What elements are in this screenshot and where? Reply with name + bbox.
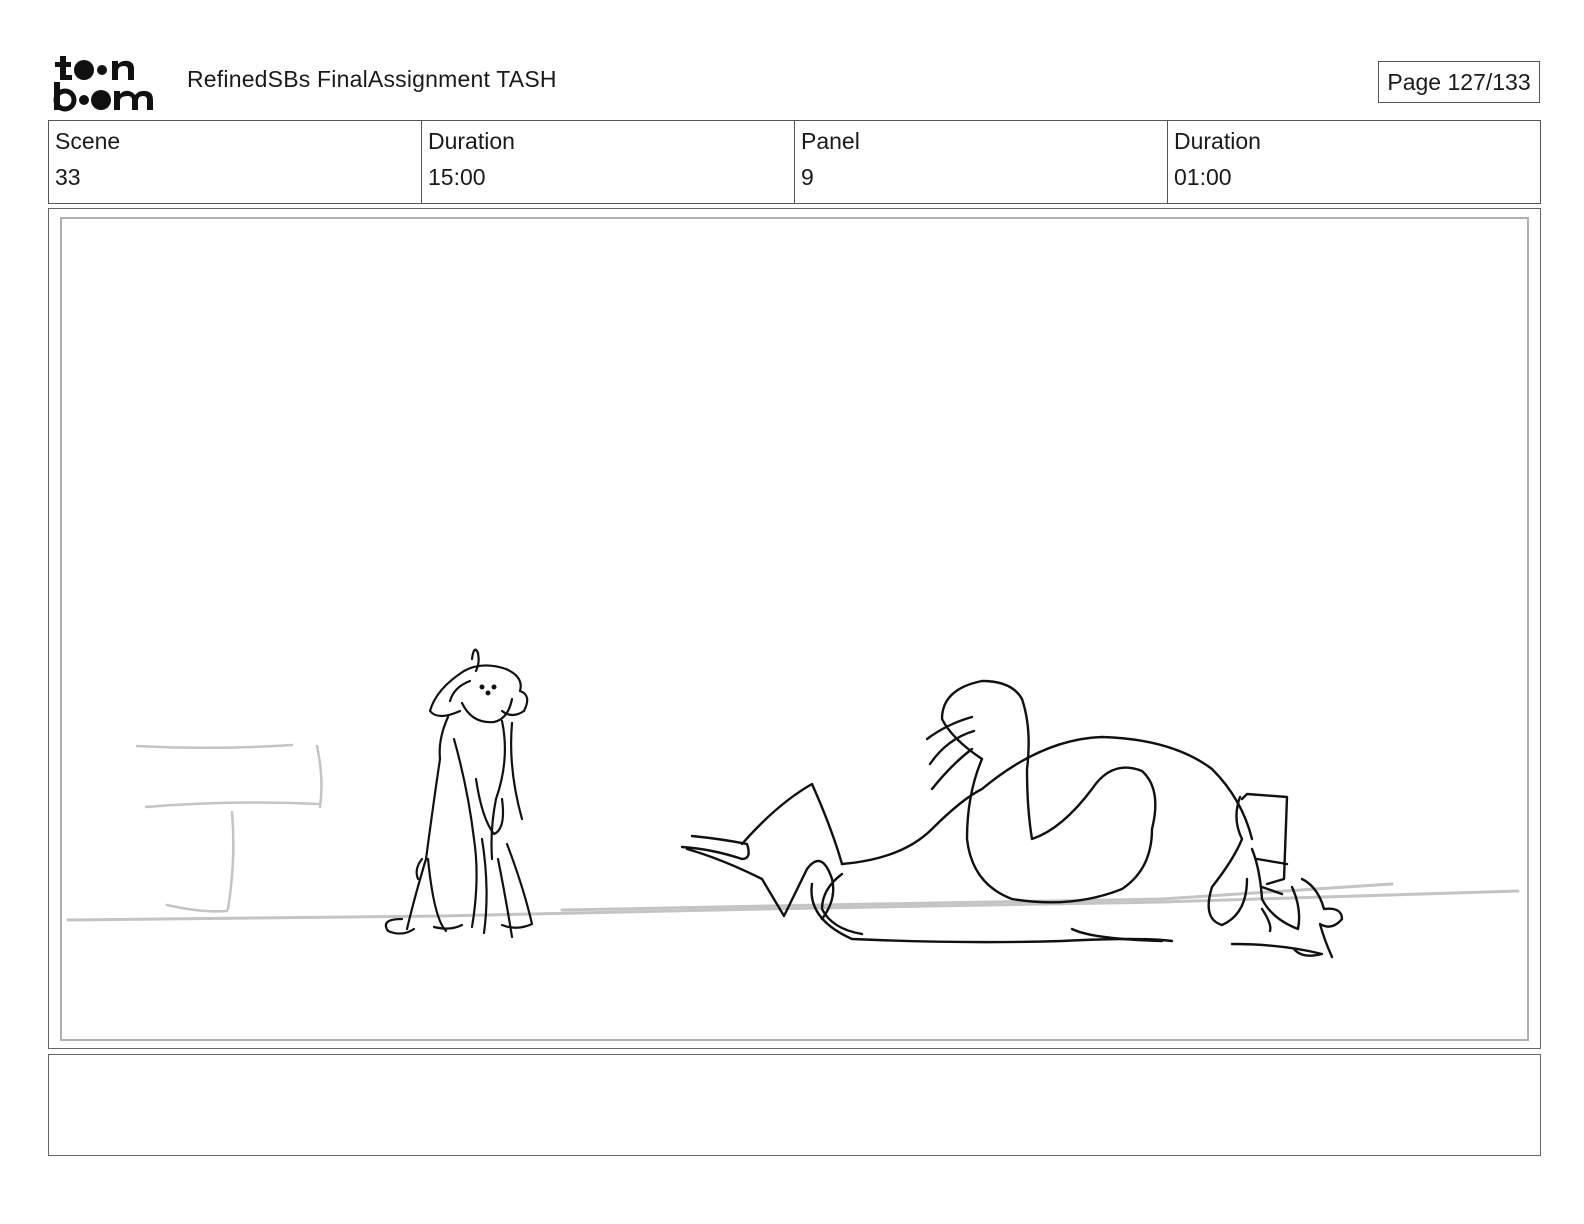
scene-info-table: Scene 33 Duration 15:00 Panel 9 Duration… xyxy=(48,120,1541,204)
scene-duration-cell: Duration 15:00 xyxy=(422,121,795,203)
scene-duration-label: Duration xyxy=(428,128,515,154)
standing-figure xyxy=(384,648,534,939)
ground-line xyxy=(66,882,1520,922)
scene-duration-value: 15:00 xyxy=(428,164,486,190)
scene-value: 33 xyxy=(55,164,81,190)
panel-duration-label: Duration xyxy=(1174,128,1261,154)
scene-cell: Scene 33 xyxy=(49,121,422,203)
document-title: RefinedSBs FinalAssignment TASH xyxy=(187,66,557,92)
scene-label: Scene xyxy=(55,128,121,154)
storyboard-sketch xyxy=(66,648,1520,959)
toon-boom-logo xyxy=(53,56,153,112)
background-bench xyxy=(135,743,323,913)
panel-duration-value: 01:00 xyxy=(1174,164,1232,190)
panel-label: Panel xyxy=(801,128,860,154)
panel-notes xyxy=(48,1054,1541,1156)
panel-duration-cell: Duration 01:00 xyxy=(1168,121,1540,203)
page-number: Page 127/133 xyxy=(1378,61,1540,103)
panel-cell: Panel 9 xyxy=(795,121,1168,203)
panel-frame xyxy=(48,208,1541,1049)
fallen-figure xyxy=(680,679,1344,959)
panel-value: 9 xyxy=(801,164,814,190)
panel-image-area xyxy=(60,217,1529,1041)
